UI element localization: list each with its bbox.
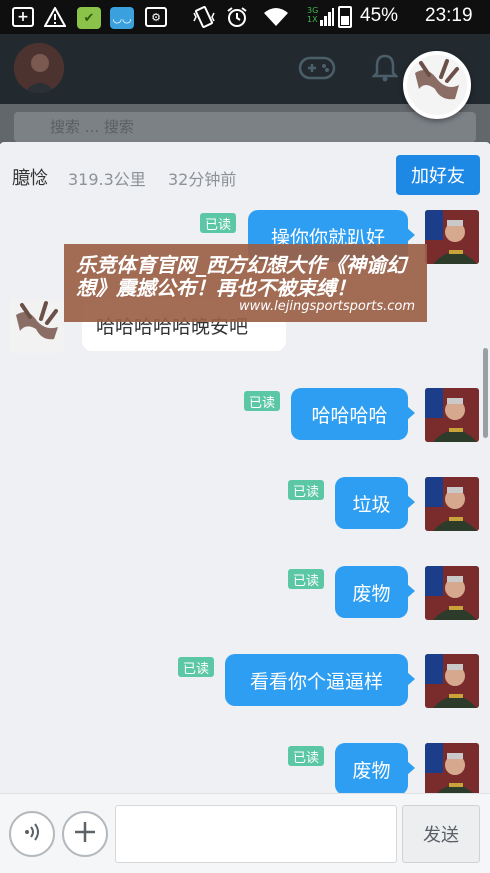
settings-icon: ⚙ <box>145 7 167 27</box>
background-search-box: 搜索 ... 搜索 <box>14 112 476 142</box>
read-badge: 已读 <box>200 213 236 233</box>
read-badge: 已读 <box>288 569 324 589</box>
signal-icon <box>320 8 334 26</box>
vibrate-icon <box>192 6 216 28</box>
read-badge: 已读 <box>244 391 280 411</box>
bell-icon[interactable] <box>370 54 400 89</box>
sender-avatar[interactable] <box>425 566 479 620</box>
attach-button[interactable] <box>62 811 108 857</box>
status-bar: + ✔ ◡◡ ⚙ 3G 1X 45% 23:19 <box>0 0 490 34</box>
sender-avatar[interactable] <box>425 654 479 708</box>
contact-name: 臆惗 <box>12 168 48 189</box>
contact-profile-avatar[interactable] <box>403 51 471 119</box>
send-button[interactable]: 发送 <box>402 805 480 863</box>
clock: 23:19 <box>425 5 473 26</box>
message-bubble-out[interactable]: 废物 <box>335 566 415 618</box>
watermark-banner: 乐竞体育官网_西方幻想大作《神谕幻想》震撼公布！再也不被束缚！ www.leji… <box>64 244 427 322</box>
alarm-icon <box>225 7 249 27</box>
contact-avatar[interactable] <box>10 299 64 353</box>
plus-box-icon: + <box>12 7 34 27</box>
voice-icon <box>21 821 43 847</box>
add-friend-button[interactable]: 加好友 <box>396 155 480 195</box>
message-bubble-out[interactable]: 垃圾 <box>335 477 415 529</box>
message-bubble-out[interactable]: 废物 <box>335 743 415 795</box>
battery-level: 45% <box>360 5 399 26</box>
message-input[interactable] <box>115 805 397 863</box>
plus-icon <box>73 820 97 848</box>
my-avatar[interactable] <box>14 43 64 93</box>
chat-scrollbar[interactable] <box>483 348 488 438</box>
chat-header: 臆惗 319.3公里 32分钟前 加好友 <box>0 142 490 208</box>
message-input-bar: 发送 <box>0 793 490 873</box>
read-badge: 已读 <box>288 746 324 766</box>
contact-last-active: 32分钟前 <box>168 170 237 189</box>
shopping-bag-icon: ✔ <box>77 7 101 29</box>
battery-icon <box>338 6 352 28</box>
read-badge: 已读 <box>178 657 214 677</box>
sender-avatar[interactable] <box>425 210 479 264</box>
sender-avatar[interactable] <box>425 743 479 797</box>
voice-button[interactable] <box>9 811 55 857</box>
sender-avatar[interactable] <box>425 388 479 442</box>
sender-avatar[interactable] <box>425 477 479 531</box>
message-bubble-out[interactable]: 哈哈哈哈 <box>291 388 415 440</box>
app-icon: ◡◡ <box>110 7 134 29</box>
gamepad-icon[interactable] <box>298 54 336 89</box>
read-badge: 已读 <box>288 480 324 500</box>
message-bubble-out[interactable]: 看看你个逼逼样 <box>225 654 415 706</box>
watermark-url: www.lejingsportsports.com <box>238 299 415 314</box>
watermark-title: 乐竞体育官网_西方幻想大作《神谕幻想》震撼公布！再也不被束缚！ <box>76 253 406 300</box>
warning-icon <box>44 7 66 27</box>
network-type: 3G 1X <box>307 6 319 24</box>
contact-distance: 319.3公里 <box>68 170 146 189</box>
wifi-icon <box>262 7 290 27</box>
